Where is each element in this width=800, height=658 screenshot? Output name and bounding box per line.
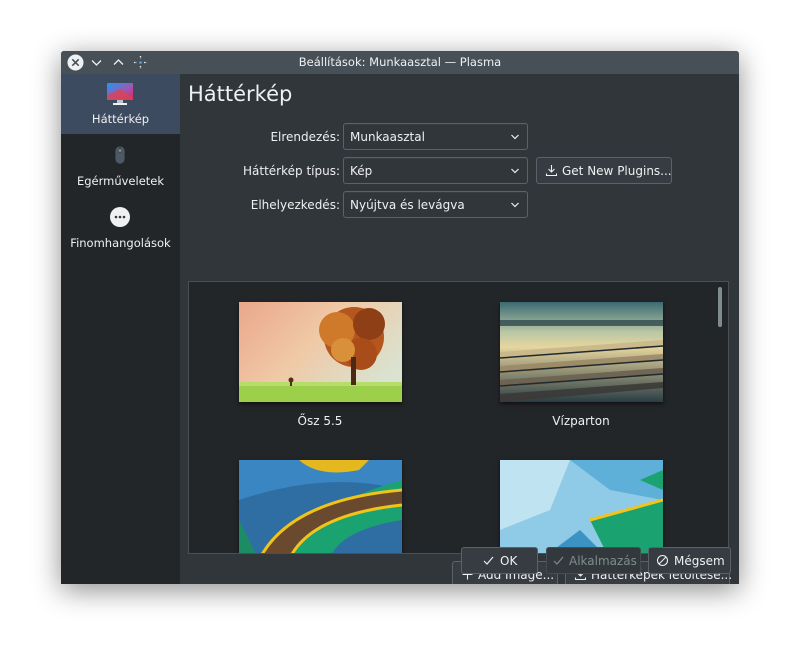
layout-select[interactable]: Munkaasztal xyxy=(343,123,528,150)
get-new-plugins-label: Get New Plugins... xyxy=(562,164,672,178)
checkmark-icon xyxy=(552,554,565,567)
apply-label: Alkalmazás xyxy=(569,554,637,568)
checkmark-icon xyxy=(482,554,495,567)
main-content: Háttérkép Elrendezés: Munkaasztal Háttér… xyxy=(180,74,739,584)
wallpaper-thumbnail-vizparton[interactable] xyxy=(500,302,663,402)
titlebar: Beállítások: Munkaasztal — Plasma xyxy=(61,51,739,74)
sidebar-item-finomhangolasok[interactable]: Finomhangolások xyxy=(61,198,180,258)
ok-button[interactable]: OK xyxy=(461,547,538,574)
sidebar: Háttérkép Egérműveletek Finomhangolások xyxy=(61,74,180,584)
download-icon xyxy=(545,164,558,177)
layout-label: Elrendezés: xyxy=(270,130,340,144)
positioning-select[interactable]: Nyújtva és levágva xyxy=(343,191,528,218)
ok-label: OK xyxy=(500,554,518,568)
wallpaper-type-value: Kép xyxy=(350,164,373,178)
type-label: Háttérkép típus: xyxy=(243,164,340,178)
positioning-label: Elhelyezkedés: xyxy=(250,198,340,212)
wallpaper-monitor-icon xyxy=(105,81,135,107)
wallpaper-thumbnail-4[interactable] xyxy=(500,460,663,553)
wallpaper-thumbnail-osz[interactable] xyxy=(239,302,402,402)
chevron-down-icon xyxy=(510,199,520,209)
sidebar-item-label: Finomhangolások xyxy=(70,236,171,250)
chevron-down-icon xyxy=(510,165,520,175)
wallpaper-label: Ősz 5.5 xyxy=(297,414,343,428)
window-title: Beállítások: Munkaasztal — Plasma xyxy=(298,55,502,69)
wallpaper-type-select[interactable]: Kép xyxy=(343,157,528,184)
mouse-icon xyxy=(105,143,135,169)
settings-window: Beállítások: Munkaasztal — Plasma Háttér… xyxy=(61,51,739,584)
apply-button[interactable]: Alkalmazás xyxy=(546,547,641,574)
more-options-icon xyxy=(105,205,135,231)
wallpaper-gallery[interactable]: Ősz 5.5 Vízparton xyxy=(188,281,729,554)
sidebar-item-egermuveletek[interactable]: Egérműveletek xyxy=(61,136,180,196)
wallpaper-label: Vízparton xyxy=(552,414,610,428)
positioning-select-value: Nyújtva és levágva xyxy=(350,198,465,212)
layout-select-value: Munkaasztal xyxy=(350,130,425,144)
cancel-label: Mégsem xyxy=(674,554,725,568)
sidebar-item-hatterkep[interactable]: Háttérkép xyxy=(61,74,180,134)
gallery-scrollbar[interactable] xyxy=(718,287,722,327)
wallpaper-thumbnail-3[interactable] xyxy=(239,460,402,553)
sidebar-item-label: Egérműveletek xyxy=(76,174,165,188)
cancel-button[interactable]: Mégsem xyxy=(648,547,731,574)
chevron-down-icon xyxy=(510,131,520,141)
cancel-icon xyxy=(656,554,669,567)
sidebar-item-label: Háttérkép xyxy=(91,112,150,126)
page-title: Háttérkép xyxy=(188,82,293,106)
get-new-plugins-button[interactable]: Get New Plugins... xyxy=(536,157,672,184)
